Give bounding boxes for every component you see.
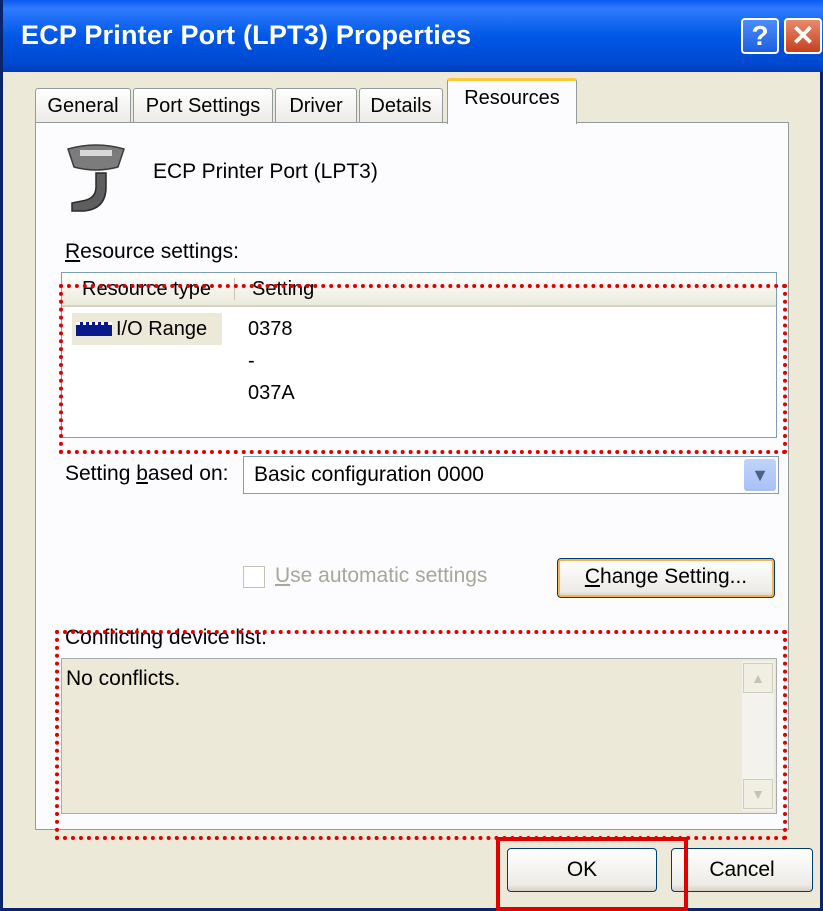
resource-type-cell: I/O Range [72, 313, 222, 345]
help-button[interactable]: ? [741, 18, 779, 54]
chevron-down-icon[interactable]: ▼ [744, 459, 776, 491]
list-header: Resource type Setting [62, 273, 776, 307]
column-header-resource-type[interactable]: Resource type [82, 273, 211, 305]
scroll-up-icon[interactable]: ▲ [743, 663, 773, 693]
use-automatic-settings-label: Use automatic settings [275, 564, 488, 587]
conflicts-text: No conflicts. [66, 667, 181, 690]
tab-general[interactable]: General [35, 88, 131, 122]
ok-button[interactable]: OK [507, 848, 657, 892]
tab-details[interactable]: Details [359, 88, 443, 122]
scrollbar[interactable]: ▲ ▼ [742, 661, 774, 811]
setting-cell: 0378 - 037A [248, 318, 295, 404]
cancel-button[interactable]: Cancel [671, 848, 813, 892]
scroll-down-icon[interactable]: ▼ [743, 779, 773, 809]
setting-based-on-label: Setting based on: [65, 462, 229, 485]
close-button[interactable]: ✕ [784, 18, 822, 54]
memory-chip-icon [76, 322, 112, 336]
tab-port-settings[interactable]: Port Settings [133, 88, 273, 122]
device-name: ECP Printer Port (LPT3) [153, 160, 378, 183]
setting-based-on-select[interactable]: Basic configuration 0000 ▼ [243, 456, 779, 494]
tab-resources[interactable]: Resources [447, 78, 577, 124]
selected-configuration: Basic configuration 0000 [254, 463, 484, 486]
tab-driver[interactable]: Driver [275, 88, 357, 122]
resource-settings-list[interactable]: Resource type Setting I/O Range 0378 - 0… [61, 272, 777, 438]
column-header-setting[interactable]: Setting [252, 273, 314, 305]
printer-port-icon [66, 143, 126, 213]
change-setting-button[interactable]: Change Setting... [557, 558, 775, 598]
resource-settings-label: Resource settings: [65, 240, 239, 263]
title-bar[interactable]: ECP Printer Port (LPT3) Properties ? ✕ [3, 0, 823, 72]
conflicting-device-list-label: Conflicting device list: [65, 626, 267, 649]
properties-dialog: ECP Printer Port (LPT3) Properties ? ✕ G… [0, 0, 823, 911]
use-automatic-settings-checkbox[interactable] [243, 566, 265, 588]
window-title: ECP Printer Port (LPT3) Properties [21, 20, 472, 50]
conflicting-device-list[interactable]: No conflicts. ▲ ▼ [61, 658, 777, 814]
